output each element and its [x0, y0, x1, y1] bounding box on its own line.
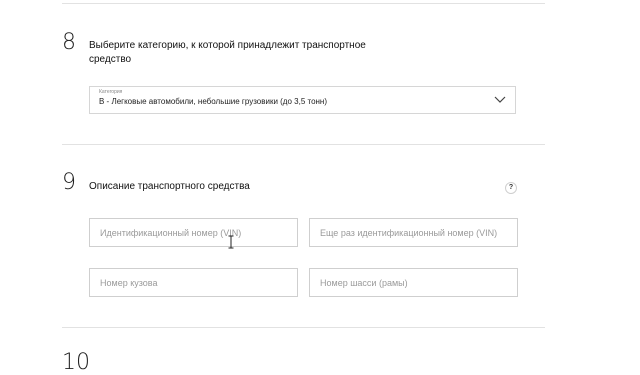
chevron-down-icon[interactable] — [494, 95, 506, 104]
select-value: B - Легковые автомобили, небольшие грузо… — [99, 97, 328, 106]
select-label: Категория — [99, 89, 123, 95]
text-cursor-icon — [228, 235, 234, 249]
divider-top — [62, 3, 545, 4]
vin-repeat-input[interactable] — [309, 218, 518, 247]
help-icon[interactable]: ? — [505, 182, 517, 194]
divider-middle — [62, 144, 545, 145]
vehicle-category-select[interactable]: Категория B - Легковые автомобили, небол… — [89, 86, 516, 114]
vin-input[interactable] — [89, 218, 298, 247]
body-number-input[interactable] — [89, 268, 298, 297]
step-10-number: 10 — [62, 350, 90, 375]
step-9-title: Описание транспортного средства — [89, 181, 250, 192]
divider-bottom — [62, 327, 545, 328]
chassis-number-input[interactable] — [309, 268, 518, 297]
step-9-number: 9 — [62, 170, 76, 195]
step-8-number: 8 — [62, 30, 76, 55]
step-8-title: Выберите категорию, к которой принадлежи… — [89, 40, 366, 65]
